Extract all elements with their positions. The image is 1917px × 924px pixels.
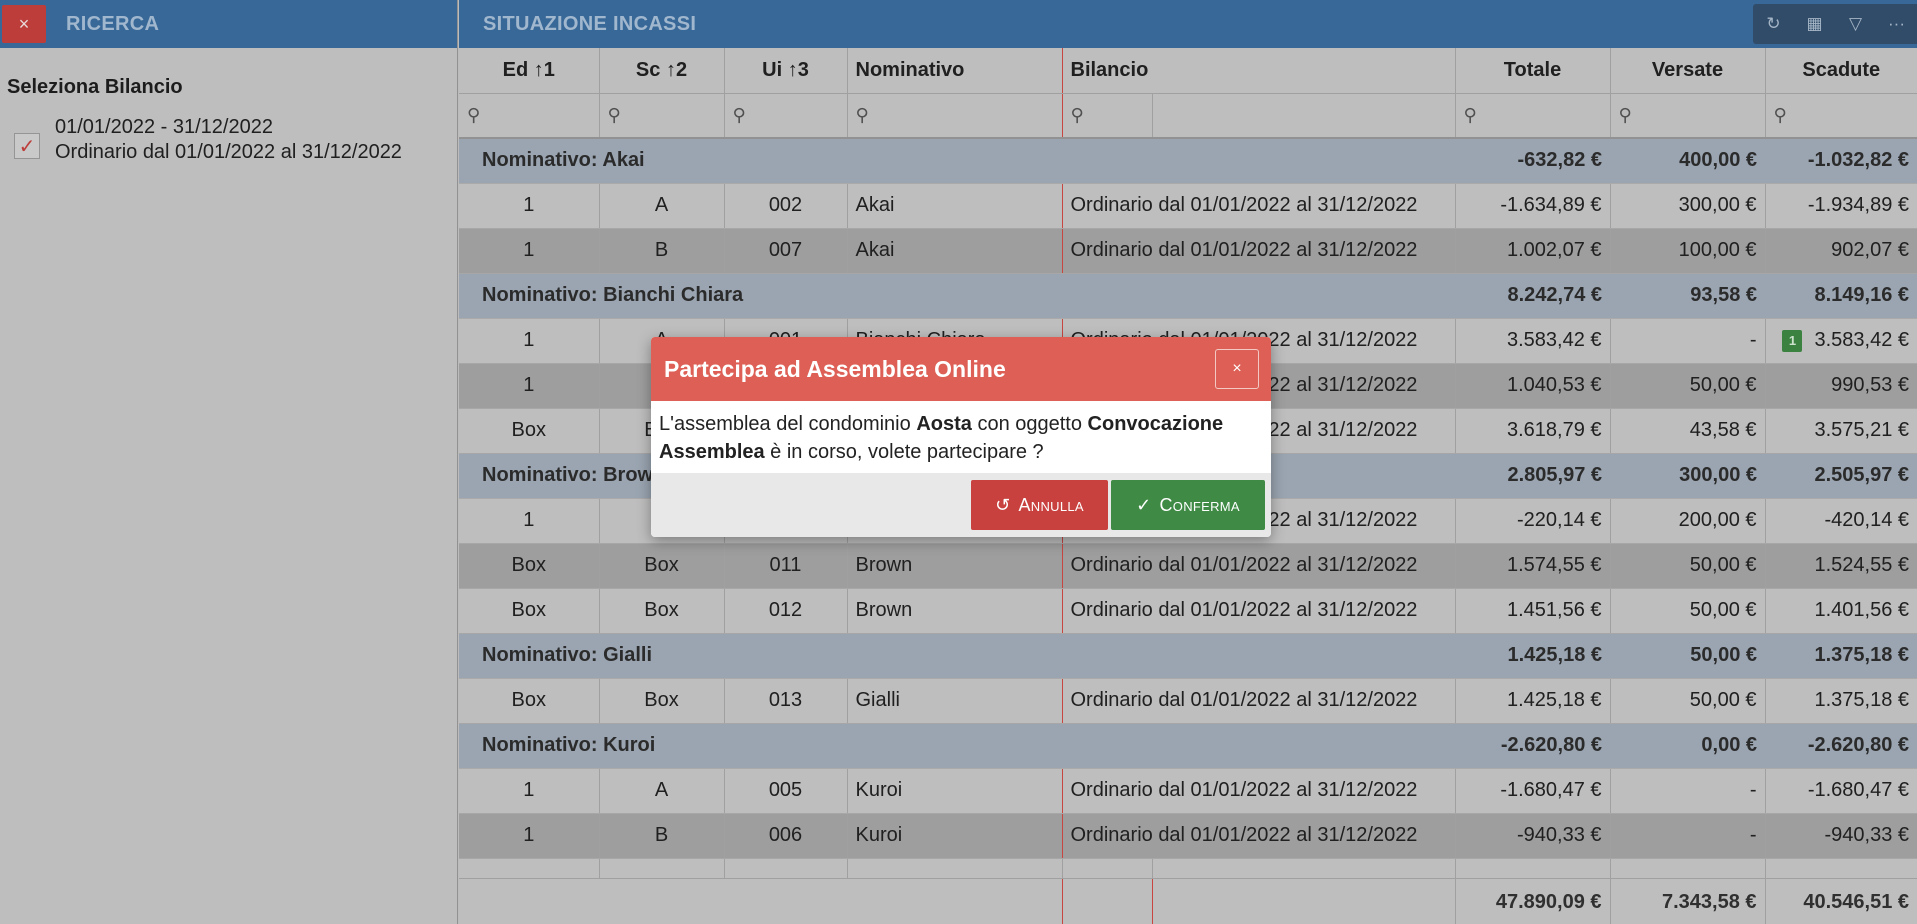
- cancel-button[interactable]: ↺ Annulla: [971, 480, 1108, 530]
- assemblea-dialog: Partecipa ad Assemblea Online × L'assemb…: [651, 337, 1271, 537]
- dialog-message-prefix: L'assemblea del condominio: [659, 413, 917, 435]
- undo-icon: ↺: [995, 494, 1011, 515]
- dialog-footer: ↺ Annulla ✓ Conferma: [651, 473, 1271, 537]
- close-icon: ×: [1232, 360, 1242, 377]
- dialog-message-mid: con oggetto: [971, 413, 1088, 435]
- dialog-title: Partecipa ad Assemblea Online: [664, 355, 1006, 382]
- check-icon: ✓: [1136, 494, 1152, 515]
- dialog-message-suffix: è in corso, volete partecipare ?: [764, 441, 1044, 463]
- dialog-close-button[interactable]: ×: [1215, 349, 1259, 389]
- dialog-message: L'assemblea del condominio Aosta con ogg…: [651, 401, 1271, 473]
- dialog-header: Partecipa ad Assemblea Online ×: [651, 337, 1271, 401]
- cancel-button-label: Annulla: [1018, 494, 1084, 515]
- dialog-condominio: Aosta: [916, 413, 972, 435]
- confirm-button-label: Conferma: [1159, 494, 1240, 515]
- confirm-button[interactable]: ✓ Conferma: [1111, 480, 1265, 530]
